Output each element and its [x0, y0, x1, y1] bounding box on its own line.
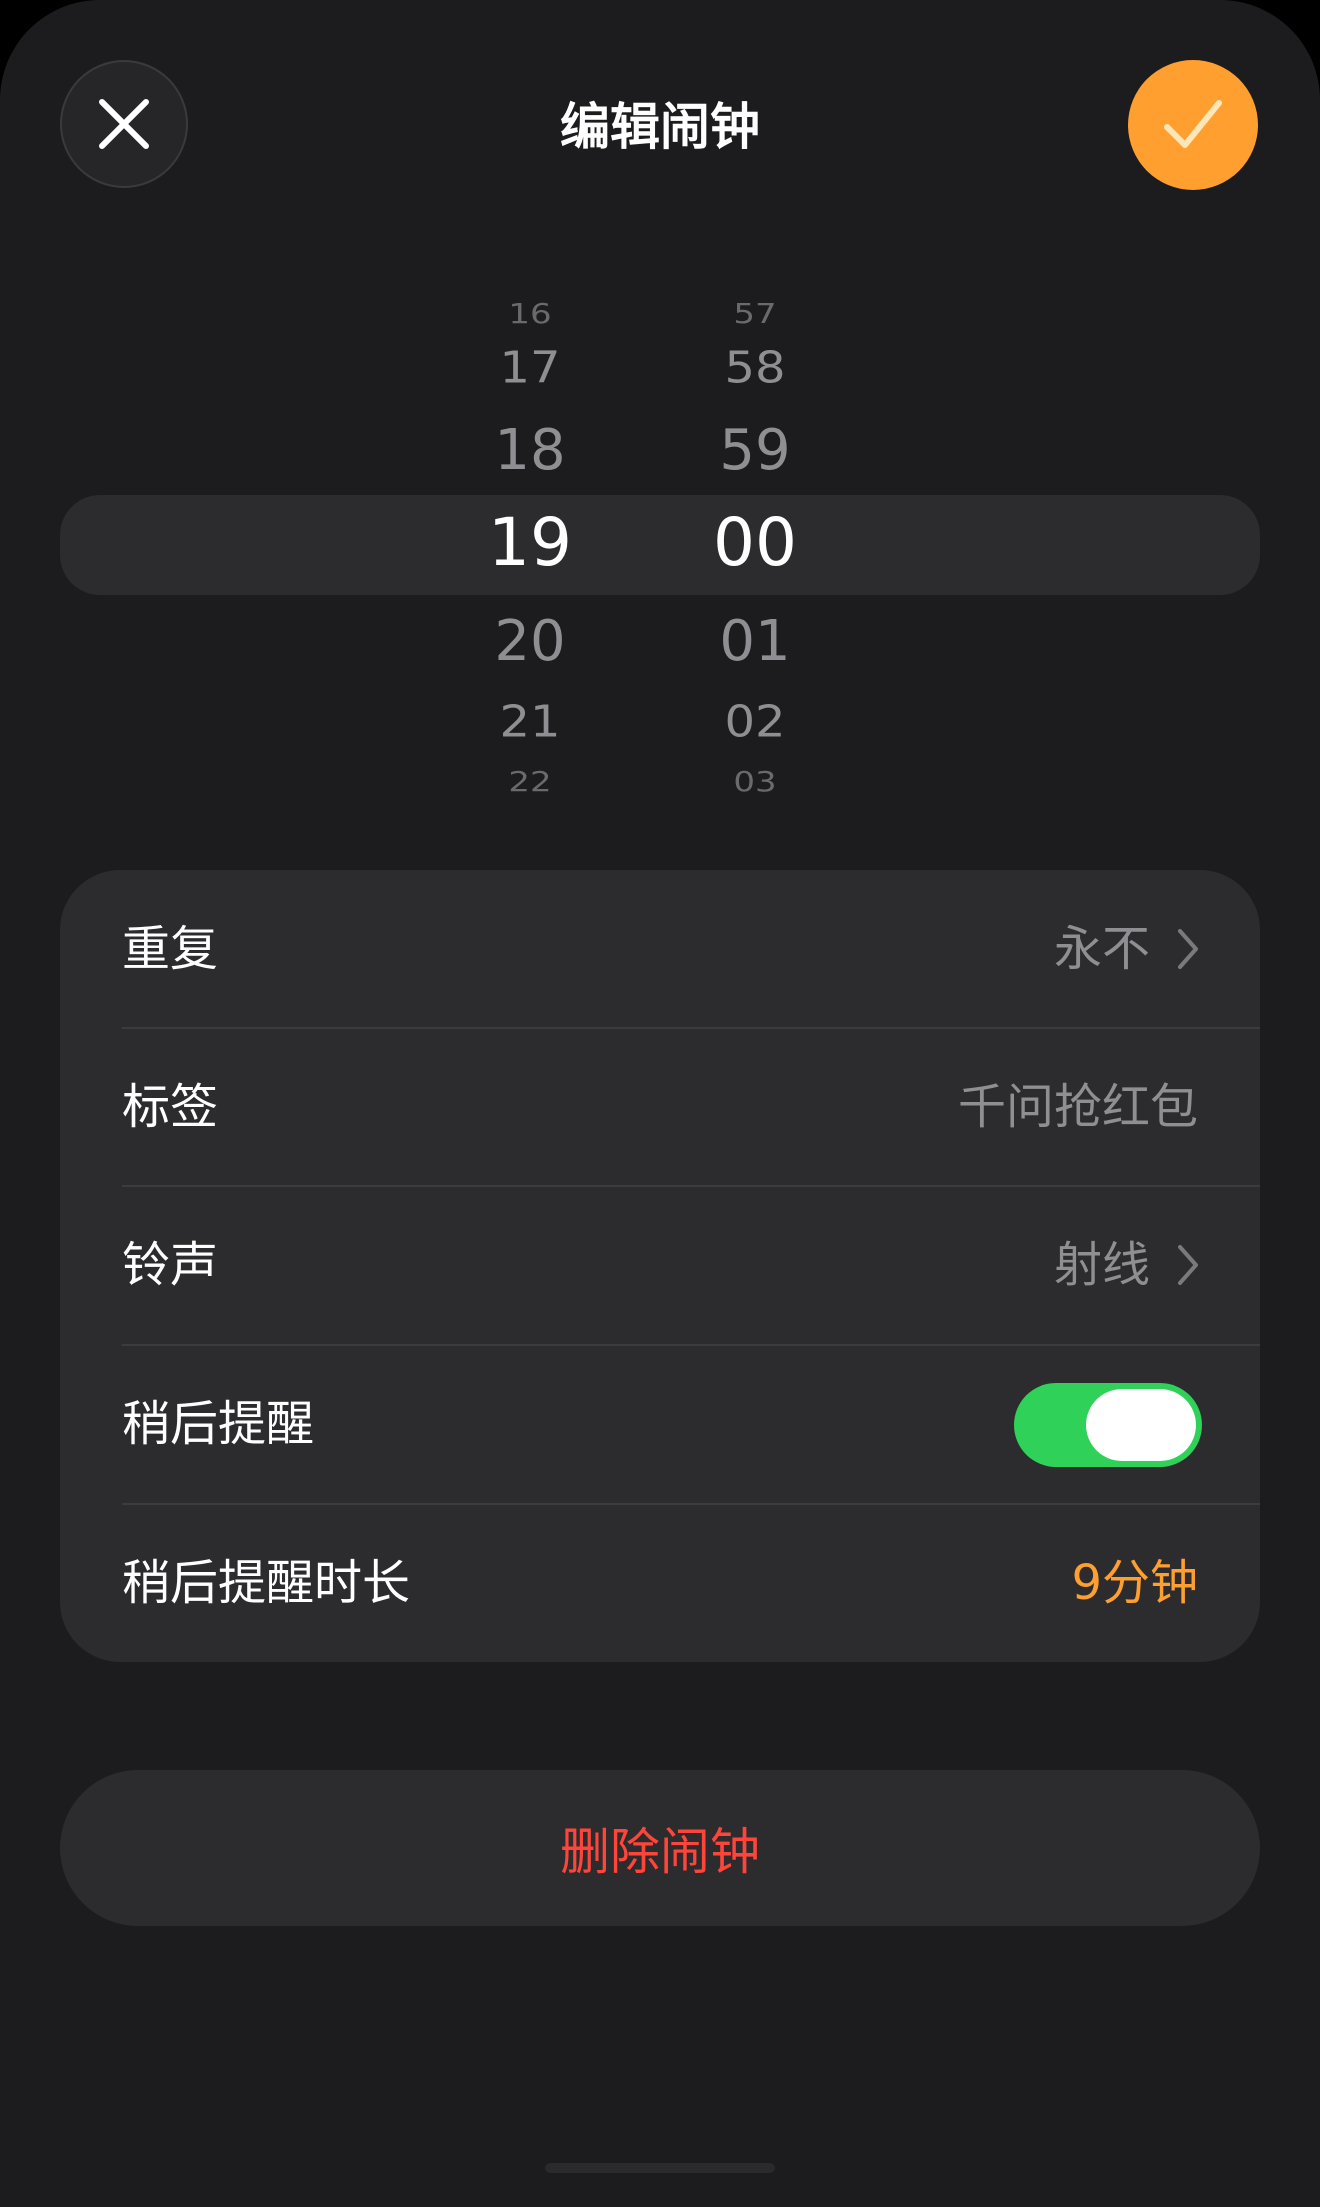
snooze-toggle[interactable] [1014, 1383, 1202, 1467]
close-button[interactable] [60, 60, 188, 188]
snooze-duration-row[interactable]: 稍后提醒时长 9分钟 [60, 1504, 1260, 1662]
sound-row[interactable]: 铃声 射线 [60, 1186, 1260, 1344]
repeat-value-group: 永不 [1054, 870, 1200, 1028]
minute-option[interactable]: 57 [685, 300, 825, 327]
label-value[interactable]: 千问抢红包 [958, 1028, 1198, 1186]
hour-option[interactable]: 18 [460, 423, 600, 479]
hour-option[interactable]: 20 [460, 614, 600, 670]
minute-option[interactable]: 01 [685, 614, 825, 670]
minute-option[interactable]: 58 [685, 346, 825, 389]
repeat-row[interactable]: 重复 永不 [60, 870, 1260, 1028]
minute-option[interactable]: 03 [685, 768, 825, 795]
minute-wheel[interactable]: 57 58 59 00 01 02 03 [685, 270, 825, 820]
snooze-label: 稍后提醒 [122, 1396, 315, 1452]
close-icon [99, 99, 149, 149]
repeat-label: 重复 [122, 921, 219, 977]
edit-alarm-sheet: 编辑闹钟 16 17 18 19 20 21 22 57 58 59 00 01… [0, 0, 1320, 2207]
delete-alarm-label: 删除闹钟 [560, 1823, 760, 1881]
hour-option[interactable]: 22 [460, 768, 600, 795]
minute-selected[interactable]: 00 [685, 510, 825, 576]
alarm-settings-card: 重复 永不 标签 千问抢红包 铃声 射线 稍后提醒 稍后提醒时长 9分钟 [60, 870, 1260, 1662]
hour-selected[interactable]: 19 [460, 510, 600, 576]
chevron-right-icon [1178, 929, 1198, 969]
hour-wheel[interactable]: 16 17 18 19 20 21 22 [460, 270, 600, 820]
sound-label: 铃声 [122, 1237, 219, 1293]
page-title: 编辑闹钟 [560, 98, 760, 156]
snooze-duration-value: 9分钟 [1071, 1555, 1198, 1611]
label-label: 标签 [122, 1079, 219, 1135]
delete-alarm-button[interactable]: 删除闹钟 [60, 1770, 1260, 1926]
toggle-knob [1086, 1389, 1196, 1461]
confirm-button[interactable] [1128, 60, 1258, 190]
hour-option[interactable]: 16 [460, 300, 600, 327]
time-picker[interactable]: 16 17 18 19 20 21 22 57 58 59 00 01 02 0… [0, 270, 1320, 820]
checkmark-icon [1164, 100, 1222, 148]
minute-option[interactable]: 59 [685, 423, 825, 479]
snooze-duration-label: 稍后提醒时长 [122, 1555, 411, 1611]
hour-option[interactable]: 21 [460, 700, 600, 743]
label-row[interactable]: 标签 千问抢红包 [60, 1028, 1260, 1186]
home-indicator [545, 2163, 775, 2173]
chevron-right-icon [1178, 1245, 1198, 1285]
hour-option[interactable]: 17 [460, 346, 600, 389]
sound-value-group: 射线 [1054, 1186, 1200, 1344]
snooze-row: 稍后提醒 [60, 1345, 1260, 1503]
repeat-value: 永不 [1053, 921, 1150, 977]
sound-value: 射线 [1053, 1237, 1150, 1293]
picker-selection-highlight [60, 495, 1260, 595]
minute-option[interactable]: 02 [685, 700, 825, 743]
